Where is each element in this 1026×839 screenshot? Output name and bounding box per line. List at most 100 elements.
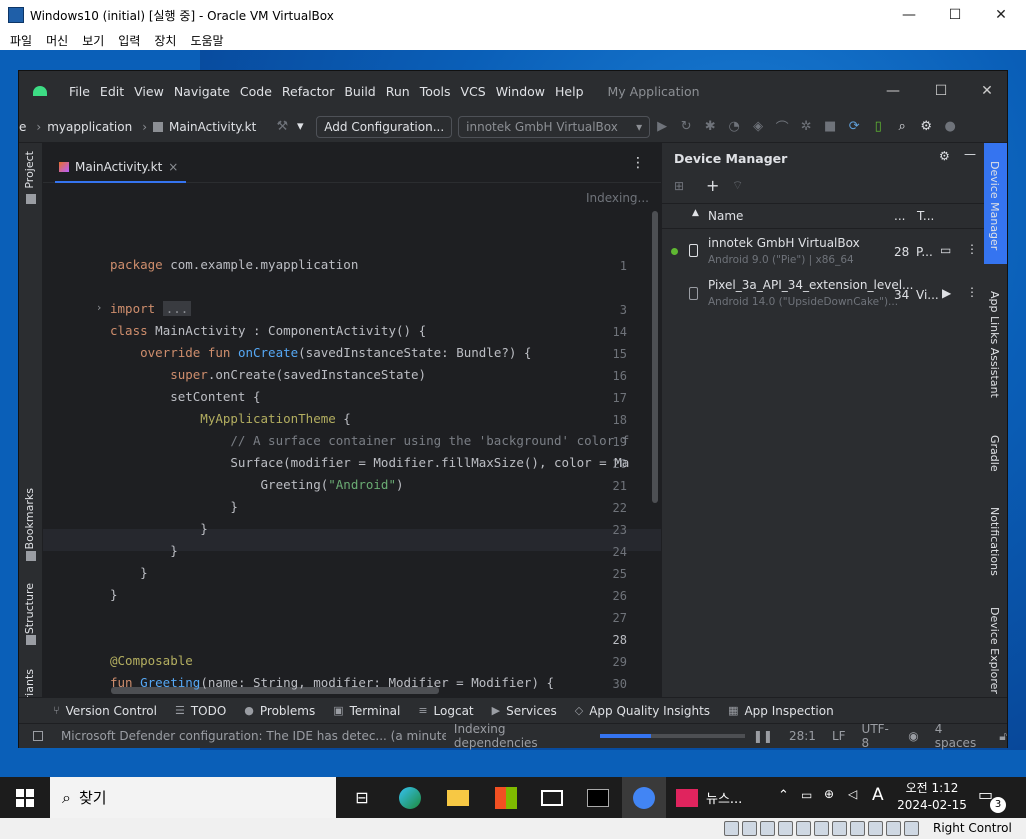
menu-help[interactable]: Help: [555, 84, 584, 99]
as-minimize-button[interactable]: —: [869, 71, 917, 111]
network-adapter-icon[interactable]: ▭: [801, 788, 812, 802]
status-message[interactable]: Microsoft Defender configuration: The ID…: [61, 729, 446, 743]
close-button[interactable]: ✕: [978, 0, 1024, 30]
breadcrumb-module[interactable]: myapplication: [47, 120, 132, 134]
task-view-button[interactable]: ⊟: [340, 777, 384, 818]
android-studio-taskbar-button[interactable]: [622, 777, 666, 818]
news-button[interactable]: 뉴스...: [676, 777, 762, 818]
folded-imports[interactable]: ...: [162, 301, 192, 316]
harddisk-icon[interactable]: [724, 821, 739, 836]
menu-build[interactable]: Build: [344, 84, 375, 99]
sync-gradle-icon[interactable]: ⟳: [842, 119, 866, 134]
menu-machine[interactable]: 머신: [46, 32, 68, 49]
play-icon[interactable]: ▶: [942, 286, 951, 300]
pause-icon[interactable]: ❚❚: [753, 729, 773, 743]
gradle-tab[interactable]: Gradle: [988, 435, 1001, 472]
taskbar-search[interactable]: ⌕ 찾기: [50, 777, 336, 818]
device-mirror-icon[interactable]: ▯: [866, 119, 890, 134]
search-icon[interactable]: ⌕: [890, 119, 914, 134]
maximize-button[interactable]: ☐: [932, 0, 978, 30]
app-quality-insights-tab[interactable]: ◇ App Quality Insights: [575, 704, 710, 718]
menu-code[interactable]: Code: [240, 84, 272, 99]
ime-indicator[interactable]: A: [872, 785, 884, 805]
bug-icon[interactable]: ✲: [794, 119, 818, 134]
minimize-button[interactable]: —: [886, 0, 932, 30]
stop-icon[interactable]: ■: [818, 119, 842, 134]
action-center-button[interactable]: ▭ 3: [978, 785, 1008, 813]
menu-help[interactable]: 도움말: [190, 32, 223, 49]
menu-vcs[interactable]: VCS: [461, 84, 486, 99]
tab-mainactivity[interactable]: MainActivity.kt ×: [55, 153, 187, 183]
services-tab[interactable]: ▶ Services: [492, 704, 557, 718]
breadcrumb-file[interactable]: MainActivity.kt: [169, 120, 256, 134]
chevron-up-icon[interactable]: ⌃: [778, 788, 789, 803]
menu-view[interactable]: 보기: [82, 32, 104, 49]
recording-icon[interactable]: [850, 821, 865, 836]
optical-drive-icon[interactable]: [742, 821, 757, 836]
mouse-integration-icon[interactable]: [886, 821, 901, 836]
network-icon[interactable]: [778, 821, 793, 836]
shared-folder-icon[interactable]: [814, 821, 829, 836]
audio-icon[interactable]: [760, 821, 775, 836]
menu-file[interactable]: 파일: [10, 32, 32, 49]
layout-icon[interactable]: [33, 731, 43, 741]
column-type[interactable]: T...: [917, 209, 934, 223]
minimize-panel-icon[interactable]: —: [964, 147, 976, 161]
inspections-icon[interactable]: ◉: [908, 729, 918, 743]
menu-run[interactable]: Run: [386, 84, 410, 99]
sort-ascending-icon[interactable]: ▲: [692, 208, 699, 218]
group-icon[interactable]: ⊞: [674, 179, 684, 193]
mirror-icon[interactable]: ▭: [940, 243, 951, 257]
terminal-button[interactable]: [576, 777, 620, 818]
attach-debugger-icon[interactable]: ⌒: [770, 117, 794, 136]
caret-position[interactable]: 28:1: [789, 729, 816, 743]
run-icon[interactable]: ▶: [650, 119, 674, 134]
more-options-icon[interactable]: ⋮: [966, 285, 978, 299]
usb-icon[interactable]: [796, 821, 811, 836]
file-explorer-button[interactable]: [436, 777, 480, 818]
more-options-icon[interactable]: ⋮: [631, 155, 645, 171]
indent-setting[interactable]: 4 spaces: [935, 722, 988, 750]
menu-view[interactable]: View: [134, 84, 164, 99]
device-row[interactable]: innotek GmbH VirtualBox Android 9.0 ("Pi…: [662, 233, 985, 273]
column-name[interactable]: Name: [708, 209, 743, 223]
terminal-tab[interactable]: ▣ Terminal: [333, 704, 400, 718]
device-explorer-tab[interactable]: Device Explorer: [988, 607, 1001, 694]
as-close-button[interactable]: ✕: [963, 71, 1011, 111]
column-api[interactable]: ...: [894, 209, 905, 223]
structure-tab[interactable]: Structure: [23, 583, 36, 634]
globe-icon[interactable]: ⊕: [824, 787, 834, 801]
profile-icon[interactable]: ◔: [722, 119, 746, 134]
wifi-icon[interactable]: ⌔: [732, 178, 743, 193]
more-options-icon[interactable]: ⋮: [966, 242, 978, 256]
menu-refactor[interactable]: Refactor: [282, 84, 334, 99]
menu-file[interactable]: File: [69, 84, 90, 99]
version-control-tab[interactable]: ⑂ Version Control: [53, 704, 157, 718]
apply-changes-icon[interactable]: ↻: [674, 119, 698, 134]
logcat-tab[interactable]: ≡ Logcat: [418, 704, 473, 718]
app-inspection-tab[interactable]: ▦ App Inspection: [728, 704, 834, 718]
device-manager-tab[interactable]: Device Manager: [988, 161, 1001, 250]
line-separator[interactable]: LF: [832, 729, 846, 743]
problems-tab[interactable]: ● Problems: [244, 704, 315, 718]
menu-edit[interactable]: Edit: [100, 84, 124, 99]
menu-tools[interactable]: Tools: [420, 84, 451, 99]
menu-navigate[interactable]: Navigate: [174, 84, 230, 99]
debug-icon[interactable]: ✱: [698, 119, 722, 134]
fold-chevron-icon[interactable]: ›: [97, 301, 101, 314]
account-icon[interactable]: ●: [938, 119, 962, 134]
file-encoding[interactable]: UTF-8: [862, 722, 897, 750]
notifications-tab[interactable]: Notifications: [988, 507, 1001, 576]
close-icon[interactable]: ×: [168, 160, 178, 174]
menu-window[interactable]: Window: [496, 84, 545, 99]
background-task[interactable]: Indexing dependencies: [454, 722, 592, 750]
display-icon[interactable]: [832, 821, 847, 836]
coverage-icon[interactable]: ◈: [746, 119, 770, 134]
bookmarks-tab[interactable]: Bookmarks: [23, 488, 36, 549]
lock-icon[interactable]: 🔓︎: [999, 729, 1007, 744]
todo-tab[interactable]: ☰ TODO: [175, 704, 226, 718]
vertical-scrollbar[interactable]: [652, 211, 658, 503]
store-button[interactable]: [484, 777, 528, 818]
cpu-icon[interactable]: [868, 821, 883, 836]
hammer-icon[interactable]: ⚒: [270, 119, 294, 134]
